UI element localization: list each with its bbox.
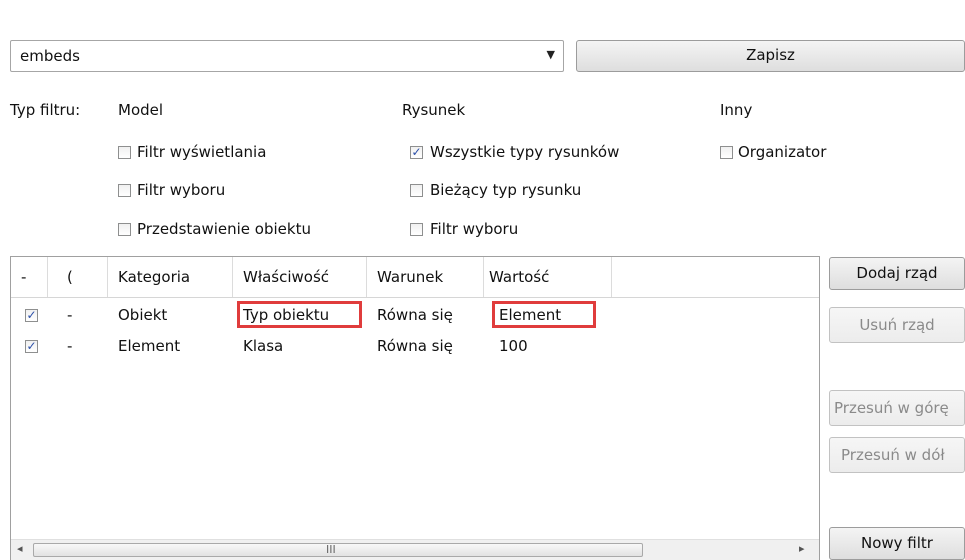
object-representation-checkbox[interactable] bbox=[118, 223, 131, 236]
row-2-condition[interactable]: Równa się bbox=[377, 337, 453, 355]
row-1-enabled-checkbox[interactable]: ✓ bbox=[25, 309, 38, 322]
display-filter-checkbox[interactable] bbox=[118, 146, 131, 159]
row-1-paren[interactable]: - bbox=[67, 306, 72, 324]
model-heading: Model bbox=[118, 101, 164, 119]
row-2-enabled-checkbox[interactable]: ✓ bbox=[25, 340, 38, 353]
grid-header: - ( Kategoria Właściwość Warunek Wartość bbox=[11, 257, 819, 298]
column-header-open-paren[interactable]: ( bbox=[67, 268, 73, 286]
new-filter-label: Nowy filtr bbox=[861, 534, 933, 552]
column-header-condition[interactable]: Warunek bbox=[377, 268, 443, 286]
drawing-heading: Rysunek bbox=[402, 101, 466, 119]
scroll-right-icon[interactable]: ▸ bbox=[799, 542, 805, 555]
dropdown-arrow-icon[interactable]: ▼ bbox=[547, 48, 555, 61]
remove-row-label: Usuń rząd bbox=[859, 316, 935, 334]
row-1-category[interactable]: Obiekt bbox=[118, 306, 167, 324]
move-up-label: Przesuń w górę bbox=[834, 399, 949, 417]
row-2-value[interactable]: 100 bbox=[499, 337, 528, 355]
row-2-paren[interactable]: - bbox=[67, 337, 72, 355]
move-up-button[interactable]: Przesuń w górę bbox=[829, 390, 965, 426]
save-button-label: Zapisz bbox=[746, 46, 795, 64]
filter-type-label: Typ filtru: bbox=[10, 101, 81, 119]
scrollbar-grip-icon: III bbox=[326, 543, 336, 556]
row-1-condition[interactable]: Równa się bbox=[377, 306, 453, 324]
row-1-value-highlight bbox=[492, 301, 596, 328]
all-drawing-types-checkbox[interactable]: ✓ bbox=[410, 146, 423, 159]
object-representation-label: Przedstawienie obiektu bbox=[137, 220, 311, 238]
top-band bbox=[0, 0, 965, 30]
display-filter-label: Filtr wyświetlania bbox=[137, 143, 267, 161]
column-header-value[interactable]: Wartość bbox=[489, 268, 549, 286]
current-drawing-type-checkbox[interactable] bbox=[410, 184, 423, 197]
column-header-toggle[interactable]: - bbox=[21, 268, 26, 286]
drawing-selection-filter-label: Filtr wyboru bbox=[430, 220, 519, 238]
horizontal-scrollbar[interactable]: ◂ III ▸ bbox=[11, 539, 819, 560]
filter-name-combo[interactable]: embeds ▼ bbox=[10, 40, 564, 72]
add-row-button[interactable]: Dodaj rząd bbox=[829, 257, 965, 290]
drawing-selection-filter-checkbox[interactable] bbox=[410, 223, 423, 236]
save-button[interactable]: Zapisz bbox=[576, 40, 965, 72]
model-selection-filter-checkbox[interactable] bbox=[118, 184, 131, 197]
organizer-label: Organizator bbox=[738, 143, 827, 161]
organizer-checkbox[interactable] bbox=[720, 146, 733, 159]
row-1-property-highlight bbox=[237, 301, 362, 328]
current-drawing-type-label: Bieżący typ rysunku bbox=[430, 181, 582, 199]
filter-name-value: embeds bbox=[20, 47, 80, 65]
move-down-button[interactable]: Przesuń w dół bbox=[829, 437, 965, 473]
all-drawing-types-label: Wszystkie typy rysunków bbox=[430, 143, 620, 161]
other-heading: Inny bbox=[720, 101, 753, 119]
move-down-label: Przesuń w dół bbox=[841, 446, 945, 464]
column-header-property[interactable]: Właściwość bbox=[243, 268, 329, 286]
model-selection-filter-label: Filtr wyboru bbox=[137, 181, 226, 199]
scroll-left-icon[interactable]: ◂ bbox=[17, 542, 23, 555]
rules-grid: - ( Kategoria Właściwość Warunek Wartość… bbox=[10, 256, 820, 560]
new-filter-button[interactable]: Nowy filtr bbox=[829, 527, 965, 560]
row-2-category[interactable]: Element bbox=[118, 337, 180, 355]
column-header-category[interactable]: Kategoria bbox=[118, 268, 190, 286]
scrollbar-thumb[interactable]: III bbox=[33, 543, 643, 557]
row-2-property[interactable]: Klasa bbox=[243, 337, 283, 355]
remove-row-button[interactable]: Usuń rząd bbox=[829, 307, 965, 343]
add-row-label: Dodaj rząd bbox=[856, 264, 938, 282]
